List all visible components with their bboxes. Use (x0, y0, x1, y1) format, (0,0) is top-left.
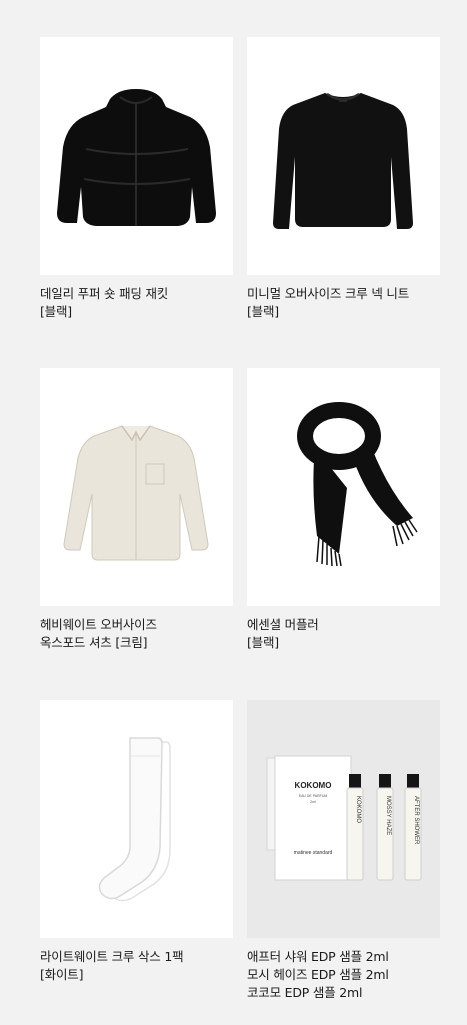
product-title[interactable]: 헤비웨이트 오버사이즈 옥스포드 셔츠 [크림] (40, 616, 233, 652)
product-image-knit-sweater[interactable] (247, 37, 440, 275)
perfume-box-subtitle: EAU DE PARFUM (299, 794, 328, 798)
product-image-crew-socks[interactable] (40, 700, 233, 938)
product-title[interactable]: 에센셜 머플러 [블랙] (247, 616, 440, 652)
product-card-puffer-jacket[interactable]: 데일리 푸퍼 숏 패딩 재킷 [블랙] (40, 37, 233, 321)
vial-label-mossy-haze: MOSSY HAZE (385, 796, 391, 835)
product-title[interactable]: 애프터 샤워 EDP 샘플 2ml 모시 헤이즈 EDP 샘플 2ml 코코모 … (247, 948, 440, 1002)
product-card-muffler[interactable]: 에센셜 머플러 [블랙] (247, 368, 440, 652)
perfume-box-volume: 2ml (310, 800, 316, 804)
vial-label-after-shower: AFTER SHOWER (413, 796, 419, 845)
product-card-knit-sweater[interactable]: 미니멀 오버사이즈 크루 넥 니트 [블랙] (247, 37, 440, 321)
product-image-puffer-jacket[interactable] (40, 37, 233, 275)
perfume-box-brand: KOKOMO (295, 781, 332, 790)
product-image-perfume-samples[interactable]: KOKOMO EAU DE PARFUM 2ml matinee standar… (247, 700, 440, 938)
perfume-box-footer: matinee standard (294, 850, 333, 856)
product-title[interactable]: 미니멀 오버사이즈 크루 넥 니트 [블랙] (247, 285, 440, 321)
product-image-muffler[interactable] (247, 368, 440, 606)
product-card-perfume-samples[interactable]: KOKOMO EAU DE PARFUM 2ml matinee standar… (247, 700, 440, 1002)
vial-label-kokomo: KOKOMO (355, 796, 361, 823)
product-title[interactable]: 데일리 푸퍼 숏 패딩 재킷 [블랙] (40, 285, 233, 321)
product-card-crew-socks[interactable]: 라이트웨이트 크루 삭스 1팩 [화이트] (40, 700, 233, 984)
product-card-oxford-shirt[interactable]: 헤비웨이트 오버사이즈 옥스포드 셔츠 [크림] (40, 368, 233, 652)
product-image-oxford-shirt[interactable] (40, 368, 233, 606)
product-title[interactable]: 라이트웨이트 크루 삭스 1팩 [화이트] (40, 948, 233, 984)
product-grid: 데일리 푸퍼 숏 패딩 재킷 [블랙] 미니멀 오버사이즈 크루 넥 니트 [블… (0, 0, 467, 1025)
